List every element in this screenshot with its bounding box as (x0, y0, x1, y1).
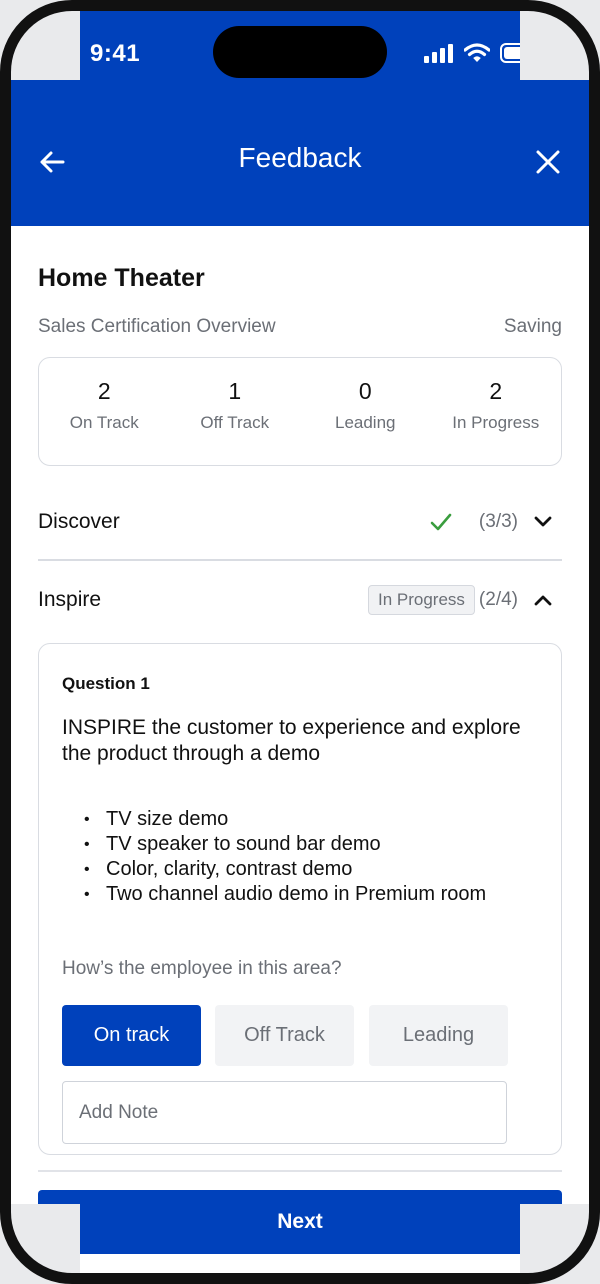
section-count: (2/4) (478, 589, 518, 610)
stat-label: In Progress (452, 413, 540, 432)
question-checklist: TV size demo TV speaker to sound bar dem… (62, 807, 486, 907)
note-input[interactable] (62, 1081, 507, 1144)
list-item: Two channel audio demo in Premium room (84, 882, 486, 907)
stat-value: 1 (228, 378, 242, 404)
stat-value: 2 (97, 378, 111, 404)
section-discover[interactable]: Discover (3/3) (38, 498, 562, 546)
summary-card: 2 On Track 1 Off Track 0 Leading 2 In Pr… (38, 357, 562, 466)
stat-label: On Track (69, 413, 139, 432)
status-badge: In Progress (367, 585, 475, 615)
rating-on-track-button[interactable]: On track (62, 1005, 201, 1066)
status-time: 9:41 (90, 40, 141, 67)
screen: 9:41 Feedback Home Theater Sales Certifi… (0, 0, 600, 1284)
background (520, 1204, 600, 1284)
list-item: TV speaker to sound bar demo (84, 832, 486, 857)
background (0, 1204, 80, 1284)
close-button[interactable] (532, 146, 564, 178)
stat-leading: 0 Leading (300, 358, 431, 465)
app-header: 9:41 Feedback (0, 0, 600, 226)
stat-off-track: 1 Off Track (170, 358, 301, 465)
question-label: Question 1 (62, 674, 150, 693)
section-name: Inspire (38, 588, 102, 611)
stat-in-progress: 2 In Progress (431, 358, 562, 465)
question-card: Question 1 INSPIRE the customer to exper… (38, 643, 562, 1155)
signal-icon (424, 44, 453, 63)
divider (38, 1170, 562, 1172)
dynamic-island (213, 26, 387, 78)
question-text: INSPIRE the customer to experience and e… (62, 716, 521, 765)
rating-prompt: How’s the employee in this area? (62, 958, 342, 979)
stat-label: Leading (334, 413, 396, 432)
stat-value: 2 (489, 378, 503, 404)
save-status: Saving (503, 316, 562, 337)
rating-off-track-button[interactable]: Off Track (215, 1005, 354, 1066)
background (0, 0, 80, 80)
stat-value: 0 (358, 378, 372, 404)
section-name: Discover (38, 510, 120, 533)
chevron-up-icon[interactable] (532, 589, 554, 611)
page-title: Home Theater (38, 264, 205, 292)
stat-on-track: 2 On Track (39, 358, 170, 465)
next-button[interactable]: Next (38, 1190, 562, 1254)
list-item: Color, clarity, contrast demo (84, 857, 486, 882)
section-count: (3/3) (478, 511, 518, 532)
stat-label: Off Track (200, 413, 270, 432)
chevron-down-icon[interactable] (532, 511, 554, 533)
list-item: TV size demo (84, 807, 486, 832)
wifi-icon (464, 43, 490, 62)
page-subtitle: Sales Certification Overview (38, 316, 276, 337)
section-inspire[interactable]: Inspire In Progress (2/4) (38, 576, 562, 624)
background (520, 0, 600, 80)
screen-title: Feedback (238, 142, 362, 173)
rating-leading-button[interactable]: Leading (369, 1005, 508, 1066)
check-icon (430, 513, 452, 531)
divider (38, 559, 562, 561)
